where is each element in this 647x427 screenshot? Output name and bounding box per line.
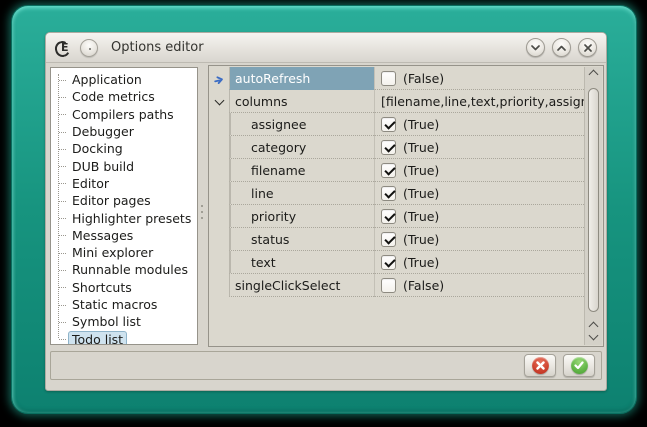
app-logo-icon: E <box>55 40 71 56</box>
chevron-down-icon <box>589 331 599 341</box>
property-row-singleclickselect[interactable]: singleClickSelect (False) <box>209 274 584 297</box>
titlebar[interactable]: E Options editor <box>46 33 606 63</box>
ok-button[interactable] <box>563 354 595 377</box>
property-grid: autoRefresh (False) columns [filename,li… <box>208 65 604 347</box>
property-row-filename[interactable]: filename (True) <box>209 159 584 182</box>
scroll-down-button[interactable] <box>585 331 602 343</box>
ok-icon <box>571 357 588 374</box>
scroll-up-button-2[interactable] <box>585 319 602 331</box>
property-value[interactable]: (True) <box>374 159 584 182</box>
property-row-status[interactable]: status (True) <box>209 228 584 251</box>
checkbox-icon[interactable] <box>381 117 396 132</box>
property-value[interactable]: (True) <box>374 251 584 274</box>
dialog-button-bar <box>50 351 602 380</box>
property-value[interactable]: (True) <box>374 136 584 159</box>
splitter-grip-icon <box>201 205 204 219</box>
checkbox-icon[interactable] <box>381 255 396 270</box>
sidebar-item-editor-pages[interactable]: Editor pages <box>51 192 197 209</box>
grid-scrollbar[interactable] <box>584 67 602 345</box>
sidebar-item-messages[interactable]: Messages <box>51 227 197 244</box>
expanded-chevron-icon <box>214 95 224 105</box>
close-icon <box>584 44 592 52</box>
sidebar-splitter[interactable] <box>198 67 208 345</box>
sidebar-item-editor[interactable]: Editor <box>51 175 197 192</box>
property-name[interactable]: priority <box>229 205 374 228</box>
sidebar-item-highlighter-presets[interactable]: Highlighter presets <box>51 209 197 226</box>
property-value[interactable]: (True) <box>374 205 584 228</box>
property-name[interactable]: assignee <box>229 113 374 136</box>
property-name[interactable]: category <box>229 136 374 159</box>
minimize-button[interactable] <box>526 38 545 57</box>
cancel-button[interactable] <box>524 354 556 377</box>
screen: E Options editor <box>0 0 647 427</box>
row-gutter <box>209 67 229 90</box>
scrollbar-thumb[interactable] <box>588 88 599 312</box>
property-row-priority[interactable]: priority (True) <box>209 205 584 228</box>
category-tree: Application Code metrics Compilers paths… <box>51 68 197 345</box>
category-list: Application Code metrics Compilers paths… <box>50 67 198 345</box>
property-row-assignee[interactable]: assignee (True) <box>209 113 584 136</box>
property-value[interactable]: (False) <box>374 67 584 90</box>
maximize-button[interactable] <box>552 38 571 57</box>
property-value[interactable]: (True) <box>374 182 584 205</box>
options-editor-window: E Options editor <box>45 32 607 391</box>
property-name[interactable]: autoRefresh <box>229 67 374 90</box>
property-value[interactable]: [filename,line,text,priority,assigne <box>374 90 584 113</box>
sidebar-item-runnable-modules[interactable]: Runnable modules <box>51 261 197 278</box>
checkbox-icon[interactable] <box>381 232 396 247</box>
sidebar-item-static-macros[interactable]: Static macros <box>51 296 197 313</box>
property-name[interactable]: singleClickSelect <box>229 274 374 297</box>
sidebar-item-application[interactable]: Application <box>51 71 197 88</box>
sidebar-item-debugger[interactable]: Debugger <box>51 123 197 140</box>
chevron-down-icon <box>531 45 540 51</box>
property-row-line[interactable]: line (True) <box>209 182 584 205</box>
sidebar-item-dub-build[interactable]: DUB build <box>51 157 197 174</box>
checkbox-icon[interactable] <box>381 209 396 224</box>
property-name[interactable]: status <box>229 228 374 251</box>
property-value[interactable]: (True) <box>374 228 584 251</box>
sidebar-item-compilers-paths[interactable]: Compilers paths <box>51 106 197 123</box>
sidebar-item-docking[interactable]: Docking <box>51 140 197 157</box>
chevron-up-icon <box>557 45 566 51</box>
property-value[interactable]: (False) <box>374 274 584 297</box>
property-name[interactable]: filename <box>229 159 374 182</box>
scroll-up-button[interactable] <box>585 67 602 79</box>
window-title: Options editor <box>111 40 204 55</box>
sidebar-item-shortcuts[interactable]: Shortcuts <box>51 279 197 296</box>
property-row-autorefresh[interactable]: autoRefresh (False) <box>209 67 584 90</box>
close-button[interactable] <box>578 38 597 57</box>
sidebar-item-code-metrics[interactable]: Code metrics <box>51 88 197 105</box>
checkbox-icon[interactable] <box>381 163 396 178</box>
checkbox-icon[interactable] <box>381 278 396 293</box>
cancel-icon <box>532 357 549 374</box>
property-name[interactable]: line <box>229 182 374 205</box>
property-row-text[interactable]: text (True) <box>209 251 584 274</box>
property-row-category[interactable]: category (True) <box>209 136 584 159</box>
window-menu-button[interactable] <box>80 39 98 57</box>
checkbox-icon[interactable] <box>381 140 396 155</box>
property-name[interactable]: columns <box>229 90 374 113</box>
sidebar-item-symbol-list[interactable]: Symbol list <box>51 313 197 330</box>
property-value[interactable]: (True) <box>374 113 584 136</box>
checkbox-icon[interactable] <box>381 186 396 201</box>
property-name[interactable]: text <box>229 251 374 274</box>
window-frame[interactable]: E Options editor <box>12 6 636 413</box>
property-row-columns[interactable]: columns [filename,line,text,priority,ass… <box>209 90 584 113</box>
sidebar-item-todo-list[interactable]: Todo list <box>51 330 197 345</box>
selected-arrow-icon <box>214 69 224 88</box>
checkbox-icon[interactable] <box>381 71 396 86</box>
row-gutter[interactable] <box>209 90 229 113</box>
chevron-up-icon <box>589 70 599 80</box>
sidebar-item-mini-explorer[interactable]: Mini explorer <box>51 244 197 261</box>
